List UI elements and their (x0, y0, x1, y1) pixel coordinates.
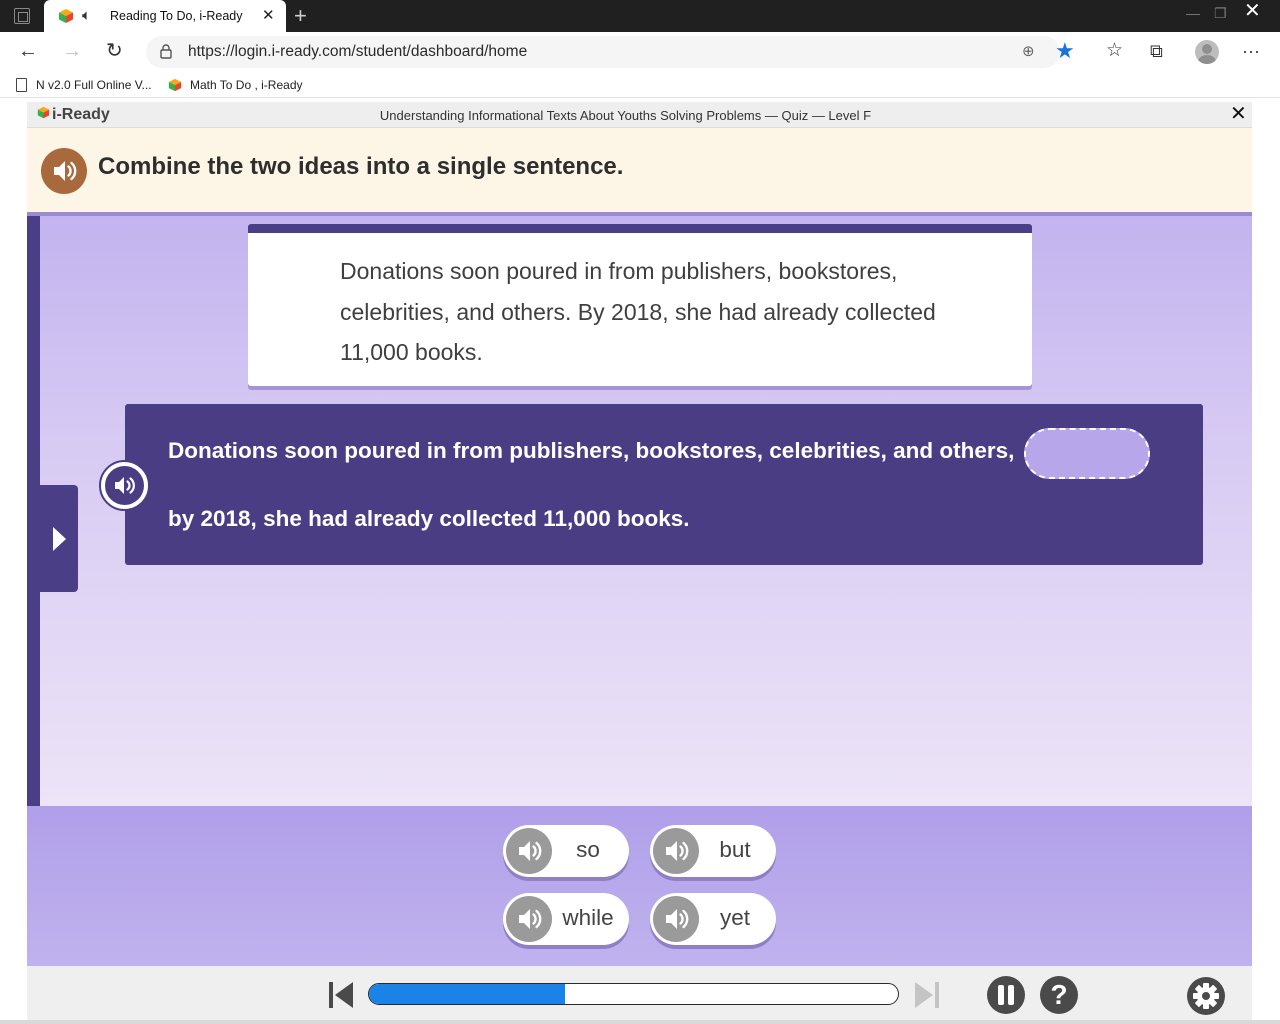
passage-text: Donations soon poured in from publishers… (340, 258, 936, 365)
choice-audio-button[interactable] (506, 828, 552, 874)
bookmark-label: N v2.0 Full Online V... (36, 78, 152, 92)
choice-label: yet (719, 905, 750, 930)
sentence-before-blank: Donations soon poured in from publishers… (168, 438, 1015, 463)
address-bar[interactable]: https://login.i-ready.com/student/dashbo… (146, 36, 1075, 68)
browser-tab-active[interactable]: 🔈︎ Reading To Do, i-Ready ✕ (44, 0, 286, 32)
bookmark-item[interactable]: Math To Do , i-Ready (168, 76, 303, 94)
choice-label: so (576, 837, 600, 862)
choice-yet[interactable]: yet (650, 893, 776, 945)
profile-avatar[interactable] (1195, 40, 1219, 64)
progress-fill (369, 984, 565, 1004)
favorites-list-icon[interactable]: ☆ (1106, 40, 1123, 62)
skip-back-icon[interactable] (327, 980, 355, 1010)
speaker-icon (666, 841, 689, 861)
speaker-icon (666, 909, 689, 929)
choice-label: but (719, 837, 751, 862)
pause-button[interactable] (987, 976, 1025, 1014)
settings-gear-icon[interactable] (1186, 976, 1226, 1016)
more-options-icon[interactable]: ··· (1242, 40, 1260, 62)
question-stage: Donations soon poured in from publishers… (27, 216, 1252, 806)
minimize-icon[interactable]: — (1186, 4, 1200, 22)
tab-audio-speaker-icon[interactable]: 🔈︎ (82, 6, 91, 26)
answer-choices: so but while yet (27, 806, 1252, 966)
help-button[interactable]: ? (1040, 976, 1078, 1014)
sentence-audio-inner (105, 466, 144, 505)
skip-forward-icon[interactable] (913, 980, 941, 1010)
speaker-icon (519, 841, 542, 861)
help-icon: ? (1050, 979, 1068, 1010)
tab-close-icon[interactable]: ✕ (262, 6, 275, 26)
speaker-icon (54, 161, 77, 181)
passage-card: Donations soon poured in from publishers… (248, 224, 1032, 386)
favorite-star-icon[interactable]: ★ (1055, 38, 1075, 64)
speaker-icon (519, 909, 542, 929)
forward-arrow-icon[interactable]: → (62, 40, 82, 62)
instruction-banner: Combine the two ideas into a single sent… (27, 128, 1252, 212)
tab-title: Reading To Do, i-Ready (110, 9, 243, 23)
play-arrow-icon (53, 527, 66, 551)
refresh-icon[interactable]: ↻ (106, 40, 123, 62)
iready-lesson: i-Ready Understanding Informational Text… (27, 102, 1252, 1024)
answer-drop-slot[interactable] (1024, 428, 1150, 479)
lock-icon[interactable] (160, 44, 172, 59)
bookmark-item[interactable]: N v2.0 Full Online V... (16, 76, 152, 94)
pause-icon (1008, 985, 1014, 1005)
pause-icon (998, 985, 1004, 1005)
lesson-close-icon[interactable]: ✕ (1230, 103, 1247, 125)
lesson-header: i-Ready Understanding Informational Text… (27, 102, 1252, 128)
lesson-progress-bar (368, 983, 899, 1005)
browser-titlebar: 🔈︎ Reading To Do, i-Ready ✕ + — ❐ ✕ (0, 0, 1280, 32)
lesson-title: Understanding Informational Texts About … (379, 108, 872, 123)
choice-so[interactable]: so (503, 825, 629, 877)
choice-but[interactable]: but (650, 825, 776, 877)
iready-favicon-icon (59, 9, 73, 23)
choice-label: while (562, 905, 614, 930)
iready-cube-icon (168, 78, 182, 91)
collections-icon[interactable]: ⧉ (1150, 40, 1163, 62)
speaker-icon (115, 477, 135, 494)
page-icon (16, 77, 27, 92)
side-panel-toggle[interactable] (40, 485, 78, 592)
choice-audio-button[interactable] (653, 896, 699, 942)
choice-audio-button[interactable] (506, 896, 552, 942)
instruction-audio-button[interactable] (41, 148, 87, 194)
instruction-text: Combine the two ideas into a single sent… (98, 153, 624, 180)
window-bottom-edge (0, 1020, 1280, 1024)
window-menu-icon[interactable] (14, 8, 30, 24)
window-close-icon[interactable]: ✕ (1244, 0, 1261, 22)
bookmark-label: Math To Do , i-Ready (190, 78, 303, 92)
choice-audio-button[interactable] (653, 828, 699, 874)
back-arrow-icon[interactable]: ← (18, 40, 38, 62)
url-text[interactable]: https://login.i-ready.com/student/dashbo… (188, 43, 527, 61)
sentence-audio-button[interactable] (99, 460, 150, 511)
browser-toolbar: ← → ↻ https://login.i-ready.com/student/… (0, 32, 1280, 72)
bookmarks-bar: N v2.0 Full Online V... Math To Do , i-R… (0, 72, 1280, 98)
maximize-icon[interactable]: ❐ (1214, 4, 1227, 22)
zoom-icon[interactable]: ⊕ (1022, 42, 1035, 62)
new-tab-plus-icon[interactable]: + (294, 3, 307, 29)
lesson-footer: ? (27, 966, 1252, 1024)
sentence-after-blank: by 2018, she had already collected 11,00… (168, 506, 690, 531)
choice-while[interactable]: while (503, 893, 629, 945)
sentence-box: Donations soon poured in from publishers… (125, 404, 1203, 565)
